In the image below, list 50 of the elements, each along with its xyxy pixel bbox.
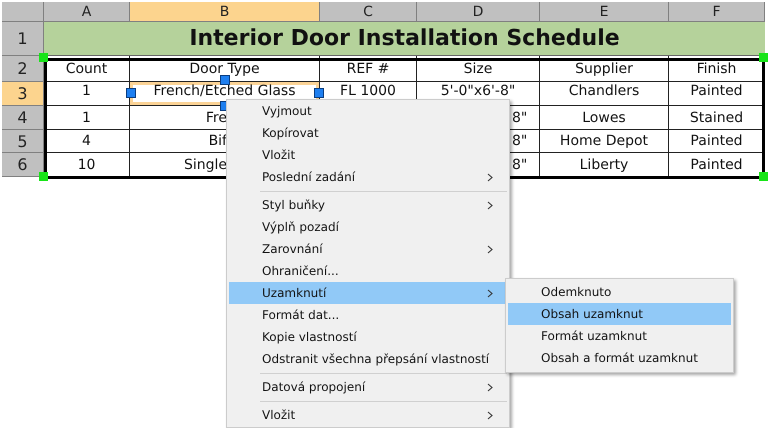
menu-item[interactable]: Datová propojení (229, 376, 507, 398)
column-header[interactable]: E (540, 2, 669, 22)
grip-handle[interactable] (220, 75, 230, 85)
table-title: Interior Door Installation Schedule (44, 22, 765, 56)
column-header[interactable]: D (417, 2, 540, 22)
table-cell: Painted (669, 130, 765, 153)
grip-handle[interactable] (314, 88, 324, 98)
column-header[interactable]: F (669, 2, 765, 22)
table-cell: Single (184, 156, 227, 172)
menu-item[interactable]: Formát dat... (229, 304, 507, 326)
table-cell: Chandlers (540, 82, 669, 106)
row-header[interactable]: 1 (2, 22, 44, 56)
grip-handle[interactable] (39, 172, 48, 181)
menu-item[interactable]: Výplň pozadí (229, 216, 507, 238)
menu-item[interactable]: Uzamknutí (229, 282, 507, 304)
column-header[interactable]: B (130, 2, 320, 22)
table-cell: 1 (44, 106, 130, 130)
table-cell: 4 (44, 130, 130, 153)
menu-item[interactable]: Formát uzamknut (508, 325, 731, 347)
row-header[interactable]: 2 (2, 56, 44, 82)
menu-item[interactable]: Kopie vlastností (229, 326, 507, 348)
corner-header[interactable] (2, 2, 44, 22)
menu-item[interactable]: Odstranit všechna přepsání vlastností (229, 348, 507, 370)
grip-handle[interactable] (759, 172, 768, 181)
menu-item[interactable]: Vložit (229, 404, 507, 426)
table-cell: Liberty (540, 153, 669, 177)
grip-handle[interactable] (126, 88, 136, 98)
grip-handle[interactable] (759, 53, 768, 62)
table-cell: REF # (320, 56, 417, 82)
row-header[interactable]: 4 (2, 106, 44, 130)
row-header[interactable]: 5 (2, 130, 44, 153)
menu-item[interactable]: Obsah a formát uzamknut (508, 347, 731, 369)
column-header[interactable]: A (44, 2, 130, 22)
table-cell: Lowes (540, 106, 669, 130)
column-header[interactable]: C (320, 2, 417, 22)
table-cell: Fre (206, 110, 227, 126)
table-cell: Size (417, 56, 540, 82)
table-cell: Home Depot (540, 130, 669, 153)
grip-handle[interactable] (39, 53, 48, 62)
menu-item[interactable]: Obsah uzamknut (508, 303, 731, 325)
menu-item[interactable]: Zarovnání (229, 238, 507, 260)
menu-item[interactable]: Ohraničení... (229, 260, 507, 282)
table-cell: Painted (669, 82, 765, 106)
row-header[interactable]: 6 (2, 153, 44, 177)
menu-item[interactable]: Styl buňky (229, 194, 507, 216)
row-header[interactable]: 3 (2, 82, 44, 106)
menu-item[interactable]: Odemknuto (508, 281, 731, 303)
table-cell: Supplier (540, 56, 669, 82)
table-cell: Stained (669, 106, 765, 130)
table-cell: Bif (208, 133, 227, 149)
